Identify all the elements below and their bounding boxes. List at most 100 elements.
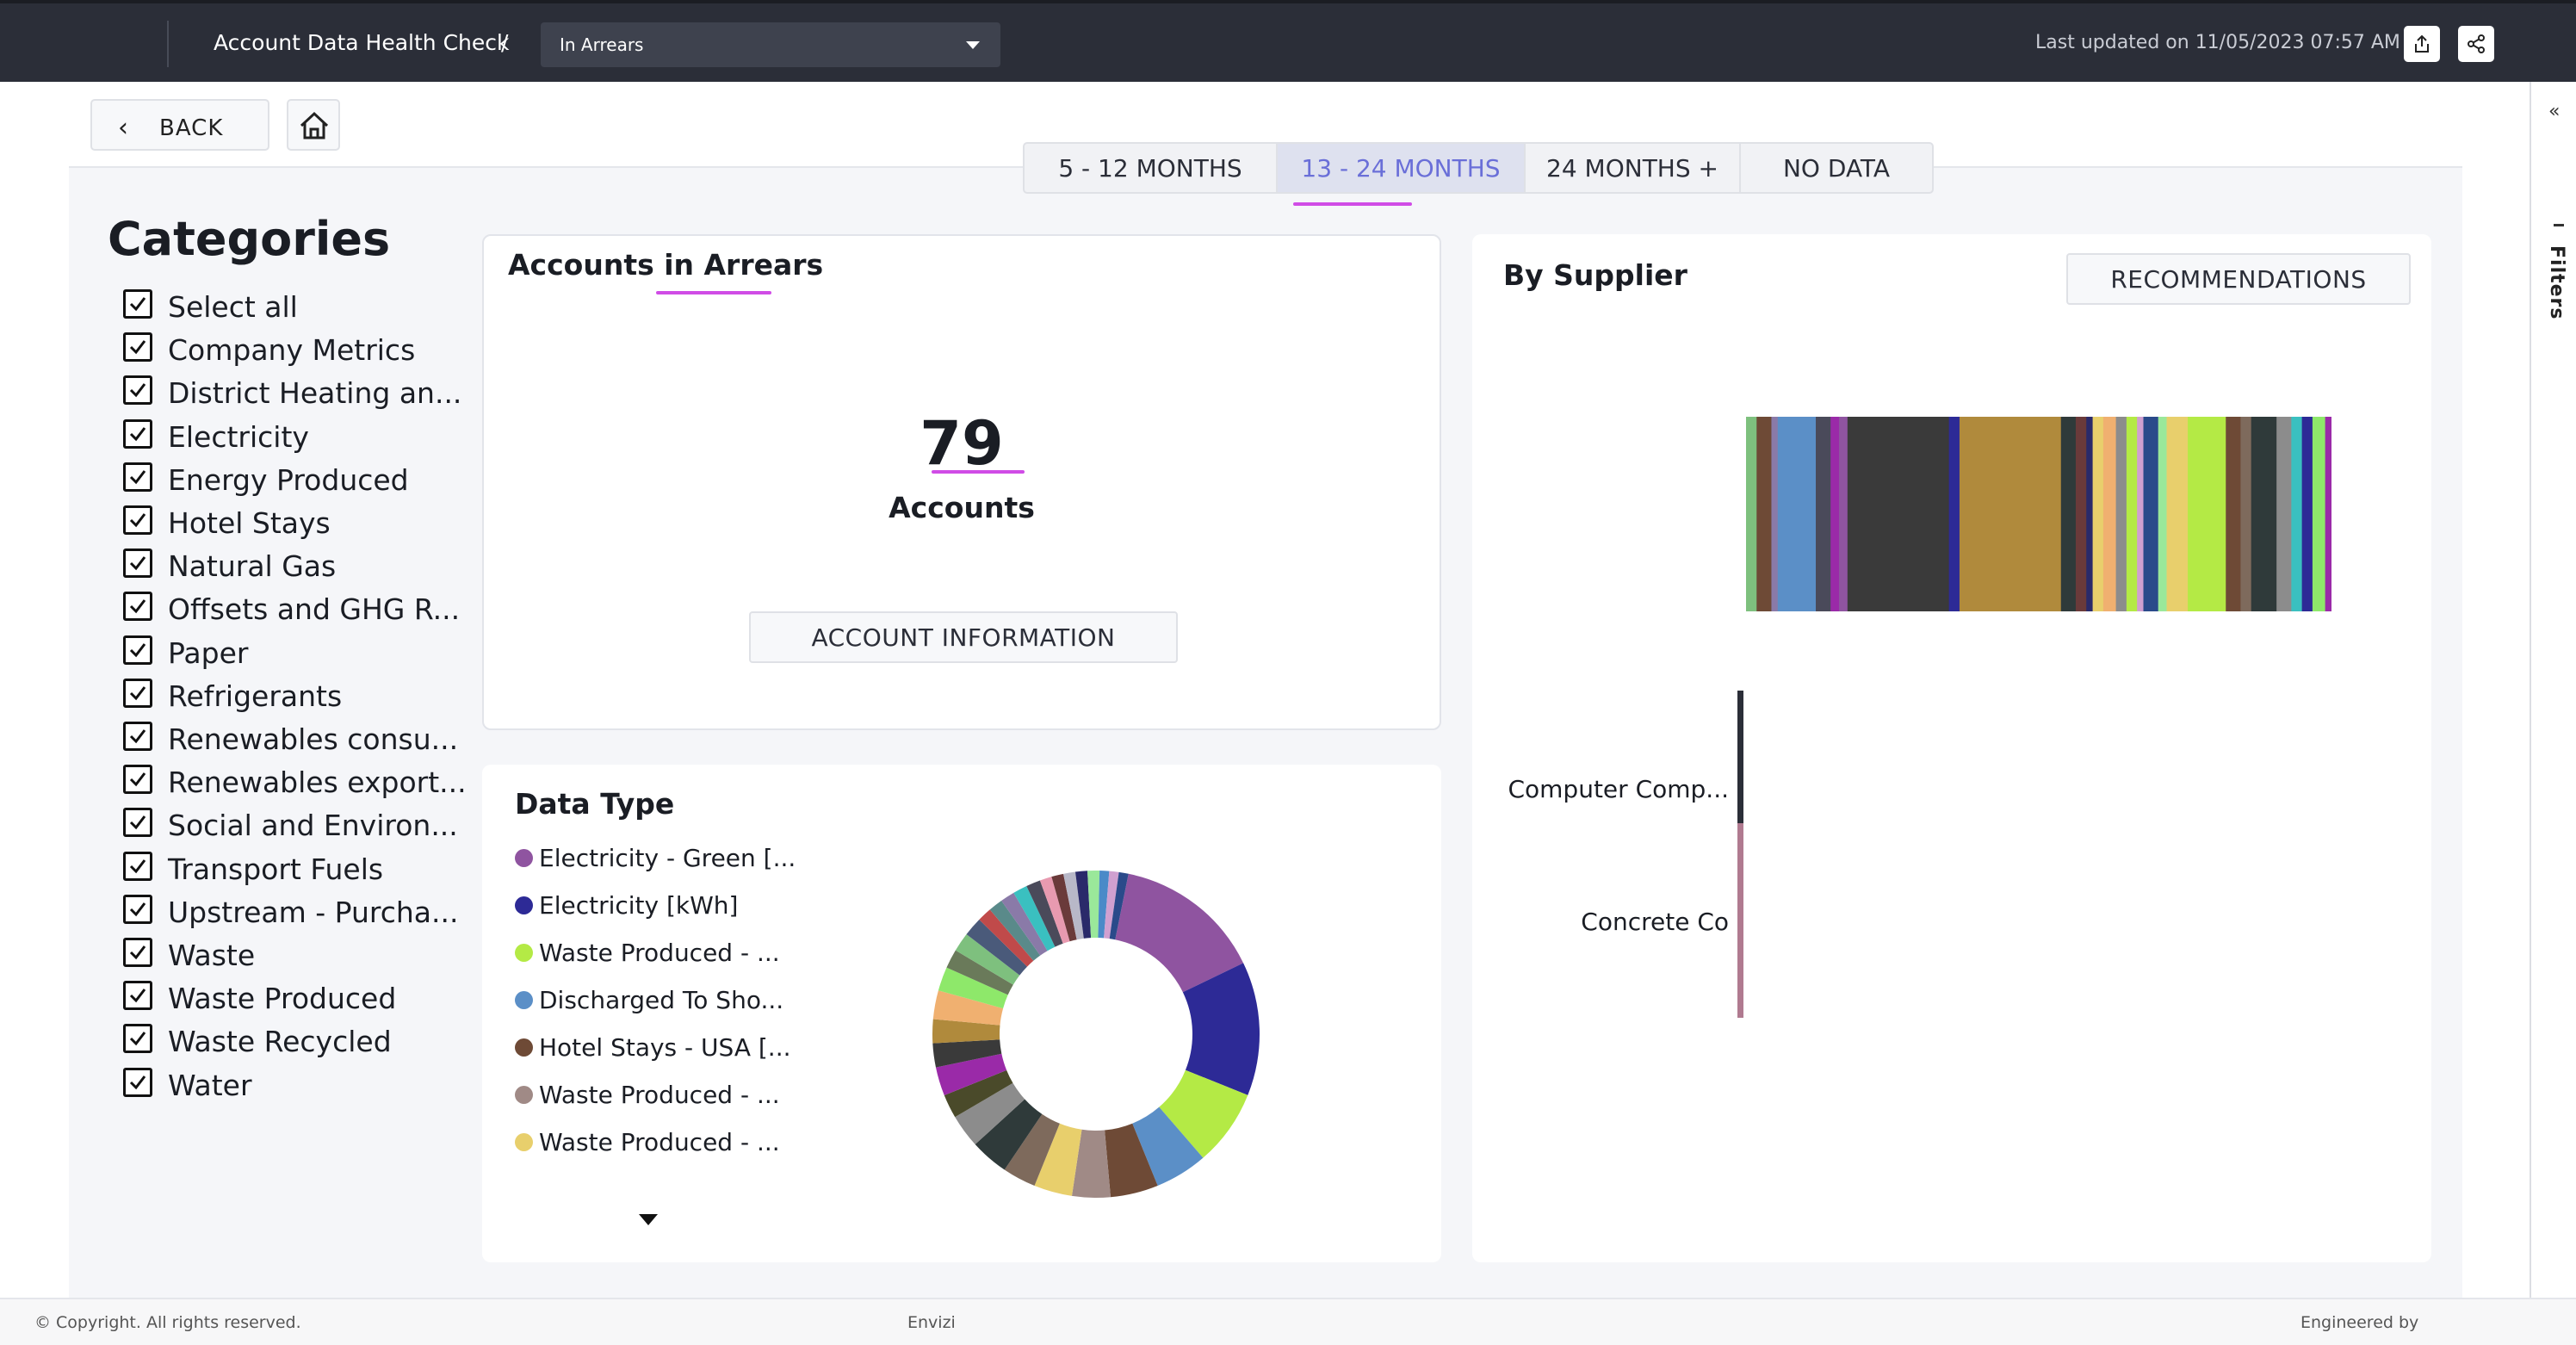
legend-swatch bbox=[515, 896, 533, 914]
checkbox-checked-icon[interactable] bbox=[123, 894, 152, 924]
stacked-bar-segment[interactable] bbox=[2102, 417, 2117, 611]
checkbox-checked-icon[interactable] bbox=[123, 332, 152, 363]
stacked-bar-segment[interactable] bbox=[1839, 417, 1848, 611]
status-dropdown[interactable]: In Arrears bbox=[541, 22, 1000, 67]
checkbox-checked-icon[interactable] bbox=[123, 375, 152, 406]
stacked-bar-segment[interactable] bbox=[2137, 417, 2145, 611]
legend-label: Waste Produced - ... bbox=[539, 1081, 780, 1109]
stacked-bar-segment[interactable] bbox=[1756, 417, 1772, 611]
category-label: Natural Gas bbox=[168, 549, 337, 584]
checkbox-checked-icon[interactable] bbox=[123, 981, 152, 1011]
stacked-bar-segment[interactable] bbox=[1847, 417, 1950, 611]
share-icon bbox=[2468, 34, 2485, 53]
stacked-bar-segment[interactable] bbox=[2226, 417, 2241, 611]
checkbox-checked-icon[interactable] bbox=[123, 938, 152, 967]
checkbox-checked-icon[interactable] bbox=[123, 549, 152, 579]
category-label: Water bbox=[168, 1068, 252, 1102]
brand-text: Envizi bbox=[907, 1313, 956, 1332]
legend-label: Electricity [kWh] bbox=[539, 891, 739, 920]
stacked-bar-segment[interactable] bbox=[2188, 417, 2226, 611]
stacked-bar-segment[interactable] bbox=[2126, 417, 2138, 611]
status-dropdown-value: In Arrears bbox=[560, 34, 644, 55]
title-underline bbox=[656, 291, 771, 294]
category-label: Renewables consu... bbox=[168, 722, 459, 756]
category-label: Waste Produced bbox=[168, 982, 397, 1016]
engineered-by-text: Engineered by bbox=[2300, 1313, 2419, 1332]
stacked-bar-segment[interactable] bbox=[2291, 417, 2303, 611]
stacked-bar-segment[interactable] bbox=[1816, 417, 1831, 611]
checkbox-checked-icon[interactable] bbox=[123, 289, 152, 319]
by-supplier-card: By Supplier RECOMMENDATIONS Computer Com… bbox=[1472, 234, 2431, 1262]
stacked-bar-segment[interactable] bbox=[2115, 417, 2127, 611]
stacked-bar-segment[interactable] bbox=[2325, 417, 2331, 611]
stacked-bar-segment[interactable] bbox=[2166, 417, 2189, 611]
filters-panel-toggle[interactable]: « Filters bbox=[2530, 82, 2576, 1298]
active-tab-indicator bbox=[1293, 202, 1412, 206]
stacked-bar-segment[interactable] bbox=[2086, 417, 2094, 611]
checkbox-checked-icon[interactable] bbox=[123, 635, 152, 665]
stacked-bar-segment[interactable] bbox=[2276, 417, 2292, 611]
categories-panel: Categories Select all Company Metrics Dist… bbox=[108, 212, 467, 1102]
topbar-divider bbox=[167, 21, 169, 67]
checkbox-checked-icon[interactable] bbox=[123, 765, 152, 795]
category-label: Waste Recycled bbox=[168, 1025, 392, 1059]
tab-13-24-months[interactable]: 13 - 24 MONTHS bbox=[1278, 144, 1526, 206]
category-label: Electricity bbox=[168, 419, 309, 454]
stacked-bar-segment[interactable] bbox=[2240, 417, 2252, 611]
categories-title: Categories bbox=[108, 212, 391, 266]
legend-swatch bbox=[515, 1086, 533, 1104]
stacked-bar-segment[interactable] bbox=[2075, 417, 2087, 611]
category-label: Select all bbox=[168, 290, 298, 324]
filters-label: Filters bbox=[2546, 245, 2567, 320]
copyright-text: © Copyright. All rights reserved. bbox=[34, 1313, 301, 1332]
checkbox-checked-icon[interactable] bbox=[123, 1067, 152, 1097]
checkbox-checked-icon[interactable] bbox=[123, 808, 152, 838]
stacked-bar-segment[interactable] bbox=[2060, 417, 2077, 611]
account-information-button[interactable]: ACCOUNT INFORMATION bbox=[749, 611, 1178, 663]
stacked-bar-segment[interactable] bbox=[1777, 417, 1817, 611]
tab-label: 13 - 24 MONTHS bbox=[1301, 153, 1501, 183]
stacked-bar-segment[interactable] bbox=[1830, 417, 1840, 611]
stacked-bar-segment[interactable] bbox=[2158, 417, 2168, 611]
checkbox-checked-icon[interactable] bbox=[123, 722, 152, 751]
checkbox-checked-icon[interactable] bbox=[123, 592, 152, 622]
tab-label: 24 MONTHS + bbox=[1546, 153, 1718, 183]
export-button[interactable] bbox=[2404, 26, 2440, 62]
share-button[interactable] bbox=[2458, 26, 2494, 62]
tab-no-data[interactable]: NO DATA bbox=[1741, 144, 1932, 192]
stacked-bar-segment[interactable] bbox=[1959, 417, 2062, 611]
checkbox-checked-icon[interactable] bbox=[123, 851, 152, 881]
top-bar: Account Data Health Check / In Arrears L… bbox=[0, 0, 2576, 82]
legend-more-icon[interactable] bbox=[639, 1214, 658, 1225]
checkbox-checked-icon[interactable] bbox=[123, 678, 152, 708]
stacked-bar-segment[interactable] bbox=[2301, 417, 2313, 611]
filters-handle-icon bbox=[2554, 224, 2564, 226]
tab-5-12-months[interactable]: 5 - 12 MONTHS bbox=[1025, 144, 1278, 192]
legend-label: Hotel Stays - USA [... bbox=[539, 1033, 791, 1062]
chevron-left-icon: ‹ bbox=[118, 113, 128, 143]
accounts-count: 79 bbox=[920, 408, 1004, 479]
category-label: Upstream - Purcha... bbox=[168, 895, 459, 929]
category-label: Paper bbox=[168, 635, 249, 670]
tab-label: NO DATA bbox=[1782, 153, 1891, 183]
stacked-bar-segment[interactable] bbox=[1771, 417, 1779, 611]
recommendations-button[interactable]: RECOMMENDATIONS bbox=[2066, 253, 2411, 305]
stacked-bar-segment[interactable] bbox=[2143, 417, 2159, 611]
stacked-bar-segment[interactable] bbox=[1948, 417, 1960, 611]
stacked-bar-segment[interactable] bbox=[2092, 417, 2104, 611]
tab-24-months-plus[interactable]: 24 MONTHS + bbox=[1526, 144, 1741, 192]
stacked-bar-segment[interactable] bbox=[2312, 417, 2326, 611]
category-label: Waste bbox=[168, 939, 256, 972]
home-button[interactable] bbox=[287, 99, 340, 151]
category-label: Refrigerants bbox=[168, 679, 343, 713]
checkbox-checked-icon[interactable] bbox=[123, 418, 152, 449]
checkbox-checked-icon[interactable] bbox=[123, 1024, 152, 1054]
category-label: Energy Produced bbox=[168, 462, 409, 497]
accounts-count-label: Accounts bbox=[889, 491, 1035, 524]
stacked-bar-segment[interactable] bbox=[2251, 417, 2277, 611]
checkbox-checked-icon[interactable] bbox=[123, 505, 152, 535]
checkbox-checked-icon[interactable] bbox=[123, 462, 152, 492]
arrears-title: Accounts in Arrears bbox=[508, 248, 824, 282]
stacked-bar-segment[interactable] bbox=[1746, 417, 1757, 611]
back-button[interactable]: ‹ BACK bbox=[90, 99, 269, 151]
